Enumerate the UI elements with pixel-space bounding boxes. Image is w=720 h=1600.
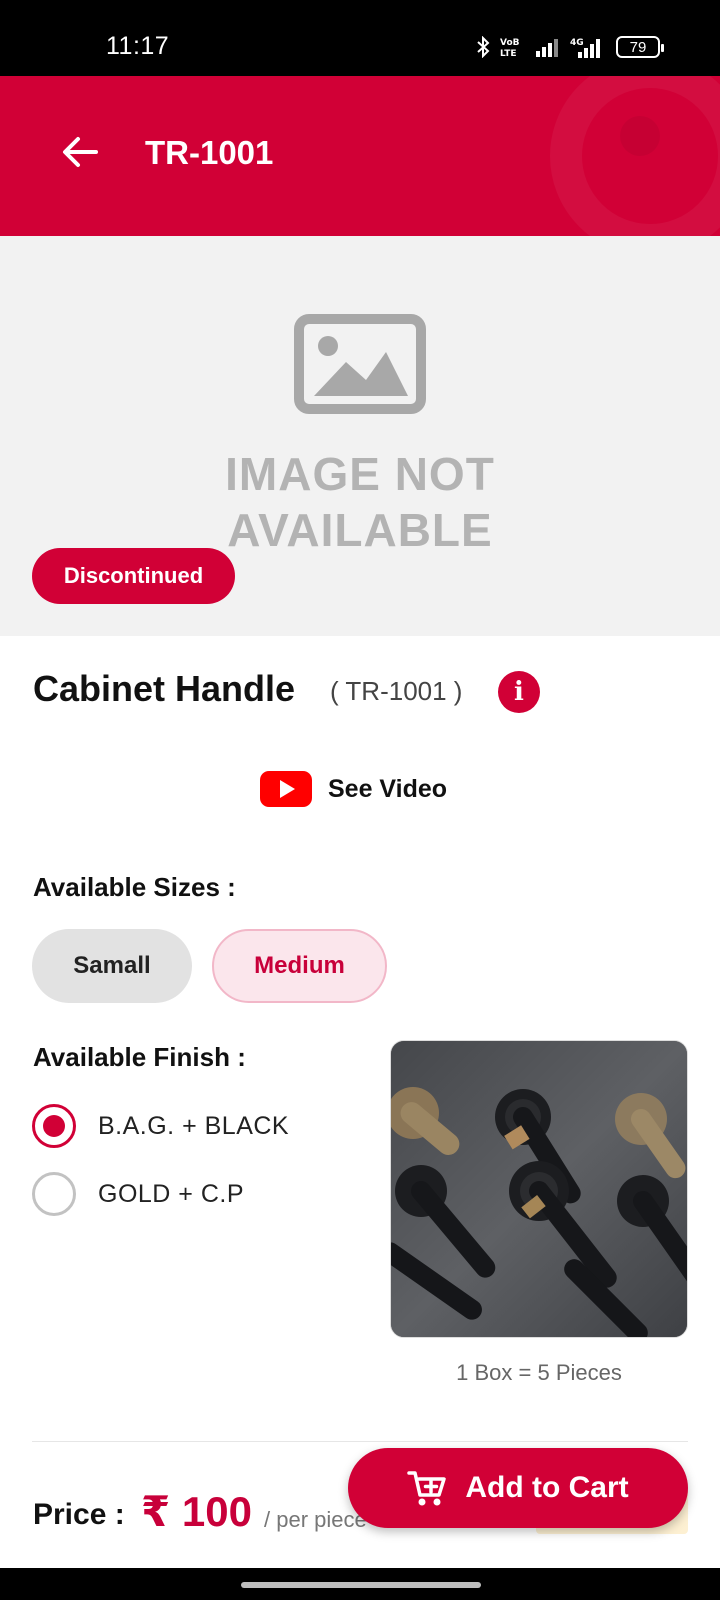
home-gesture-handle[interactable] <box>241 1582 481 1588</box>
status-bar: 11:17 VoB LTE 4G 79 <box>0 0 720 76</box>
finish-option-label: B.A.G. + BLACK <box>98 1111 290 1140</box>
info-icon[interactable]: i <box>498 671 540 713</box>
svg-text:LTE: LTE <box>500 49 517 58</box>
add-to-cart-label: Add to Cart <box>465 1471 629 1504</box>
product-image-area: IMAGE NOT AVAILABLE Discontinued <box>0 236 720 636</box>
status-time: 11:17 <box>106 32 170 60</box>
price-label: Price : <box>33 1498 125 1531</box>
add-to-cart-button[interactable]: Add to Cart <box>348 1448 688 1528</box>
see-video-link[interactable]: See Video <box>260 769 447 809</box>
4g-signal-icon: 4G <box>570 38 600 58</box>
radio-unselected-icon <box>32 1172 76 1216</box>
placeholder-line-1: IMAGE NOT <box>225 448 495 500</box>
image-not-available-text: IMAGE NOT AVAILABLE <box>0 446 720 558</box>
volte-icon: VoB LTE <box>500 38 520 58</box>
app-bar-decoration <box>550 76 720 236</box>
svg-text:VoB: VoB <box>500 38 520 48</box>
arrow-left-icon <box>63 137 98 167</box>
box-quantity-info: 1 Box = 5 Pieces <box>456 1360 622 1385</box>
radio-selected-icon <box>32 1104 76 1148</box>
discontinued-badge: Discontinued <box>32 548 235 604</box>
page-title: TR-1001 <box>145 134 274 171</box>
product-name: Cabinet Handle <box>33 668 296 709</box>
app-bar: TR-1001 <box>0 76 720 236</box>
finish-preview-image[interactable] <box>390 1040 688 1338</box>
finish-option-label: GOLD + C.P <box>98 1179 245 1208</box>
size-option-small[interactable]: Samall <box>32 929 192 1003</box>
battery-icon: 79 <box>616 36 664 58</box>
available-finish-label: Available Finish : <box>33 1042 246 1072</box>
back-button[interactable] <box>52 124 108 180</box>
see-video-label: See Video <box>328 774 448 803</box>
available-sizes-label: Available Sizes : <box>33 872 236 902</box>
price-unit: / per piece <box>264 1507 367 1532</box>
divider <box>32 1441 688 1442</box>
price-value: ₹ 100 <box>141 1488 252 1535</box>
status-icons: VoB LTE 4G 79 <box>476 34 664 60</box>
finish-option-gold-cp[interactable]: GOLD + C.P <box>32 1172 244 1216</box>
signal-icon <box>536 39 558 57</box>
cart-plus-icon <box>407 1471 447 1506</box>
svg-text:4G: 4G <box>570 38 584 48</box>
battery-level: 79 <box>629 38 647 56</box>
bluetooth-icon <box>477 36 490 58</box>
image-placeholder-icon <box>294 314 426 414</box>
product-code: ( TR-1001 ) <box>330 676 463 706</box>
handle-photo <box>391 1041 687 1337</box>
system-navigation-bar <box>0 1568 720 1600</box>
finish-option-bag-black[interactable]: B.A.G. + BLACK <box>32 1104 289 1148</box>
size-option-medium[interactable]: Medium <box>212 929 387 1003</box>
app-bar-decoration-dot <box>620 116 660 156</box>
youtube-icon <box>260 771 312 807</box>
